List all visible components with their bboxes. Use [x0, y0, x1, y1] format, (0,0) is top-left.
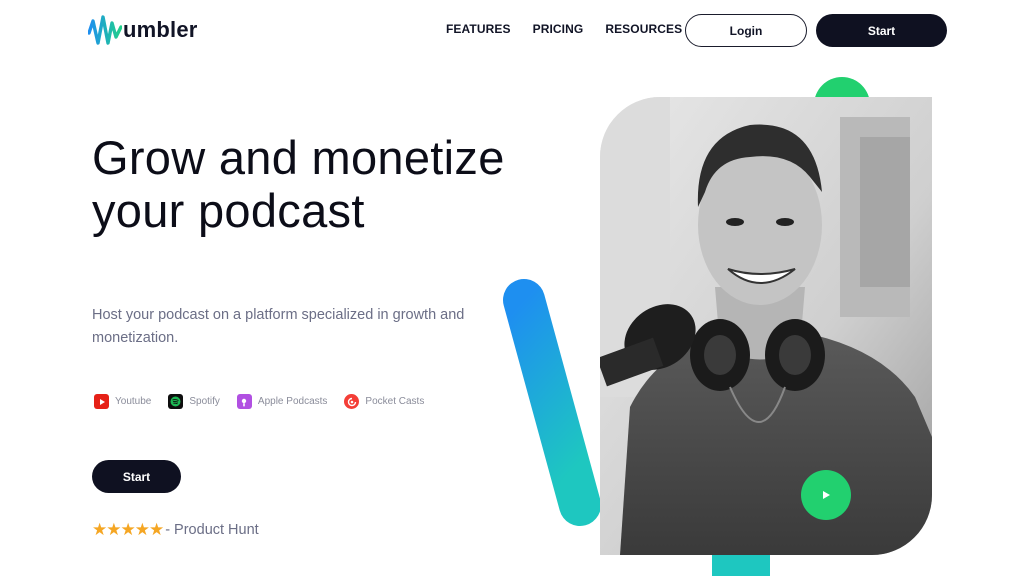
platform-youtube-label: Youtube	[115, 396, 152, 407]
podcaster-photo	[600, 97, 932, 555]
main-nav: FEATURES PRICING RESOURCES	[446, 22, 719, 36]
blue-v-decoration	[503, 279, 601, 526]
platform-youtube[interactable]: Youtube	[94, 394, 151, 409]
hero-subtitle: Host your podcast on a platform speciali…	[92, 307, 465, 346]
rating-text: - Product Hunt	[165, 522, 259, 538]
nav-features[interactable]: FEATURES	[446, 22, 511, 36]
logo-text: umbler	[123, 17, 198, 42]
pocket-casts-icon	[344, 394, 360, 409]
youtube-icon	[94, 394, 109, 409]
product-hunt-rating: ★★★★★ - Product Hunt	[92, 520, 259, 540]
platform-apple-podcasts[interactable]: Apple Podcasts	[236, 394, 328, 409]
platform-spotify-label: Spotify	[189, 396, 220, 407]
apple-podcasts-icon	[236, 394, 252, 409]
nav-pricing[interactable]: PRICING	[533, 22, 584, 36]
platform-apple-podcasts-label: Apple Podcasts	[257, 396, 328, 407]
platform-pocket-casts[interactable]: Pocket Casts	[344, 394, 424, 409]
nav-resources-label: RESOURCES	[605, 22, 683, 36]
hero-start-button[interactable]: Start	[92, 460, 181, 493]
star-rating-icon: ★★★★★	[92, 520, 164, 539]
nav-pricing-label: PRICING	[532, 22, 584, 36]
login-button[interactable]: Login	[685, 14, 807, 47]
platform-spotify[interactable]: Spotify	[168, 394, 220, 409]
play-button[interactable]	[801, 470, 851, 520]
waveform-logo-icon	[88, 15, 122, 45]
nav-resources[interactable]: RESOURCES	[605, 22, 697, 36]
spotify-icon	[168, 394, 184, 409]
nav-features-label: FEATURES	[446, 22, 511, 36]
hero-title: Grow and monetize your podcast	[92, 131, 505, 237]
platform-pocket-casts-label: Pocket Casts	[365, 396, 425, 407]
podcaster-image	[600, 97, 932, 555]
logo[interactable]: umbler	[88, 13, 198, 47]
header-start-button[interactable]: Start	[816, 14, 947, 47]
play-icon	[823, 491, 830, 499]
platform-list: Youtube Spotify Apple Podcasts Pocket Ca…	[94, 394, 441, 409]
